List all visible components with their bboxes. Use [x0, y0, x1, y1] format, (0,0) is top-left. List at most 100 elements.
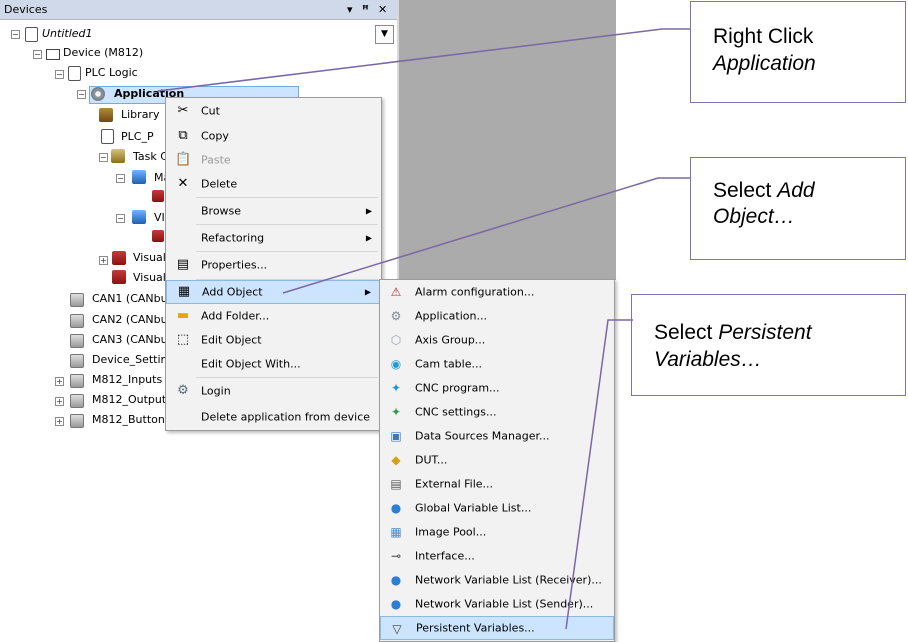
- submenu-item-label: CNC settings...: [415, 405, 497, 419]
- expand-buttons-icon[interactable]: +: [55, 417, 64, 426]
- tree-item-plc-prg[interactable]: PLC_P: [121, 129, 154, 145]
- tree-item-device[interactable]: Device (M812): [63, 45, 143, 61]
- collapse-main-task-icon[interactable]: −: [116, 174, 125, 183]
- menu-item-add-folder[interactable]: ▬ Add Folder...: [166, 304, 381, 328]
- submenu-item[interactable]: ◆ DUT...: [380, 448, 614, 472]
- tree-item-can1[interactable]: CAN1 (CANbus: [92, 291, 173, 307]
- device-dropdown-button[interactable]: ▼: [375, 25, 394, 44]
- tree-item-device-settings[interactable]: Device_Setting: [92, 352, 175, 368]
- menu-item-delete[interactable]: ✕ Delete: [166, 171, 381, 196]
- tree-item-can2[interactable]: CAN2 (CANbus: [92, 312, 173, 328]
- plc-logic-icon: [68, 66, 81, 81]
- close-icon[interactable]: ✕: [378, 0, 387, 19]
- menu-label-refactoring: Refactoring: [201, 231, 265, 244]
- submenu-arrow-icon: ▶: [365, 206, 372, 215]
- expand-inputs-icon[interactable]: +: [55, 377, 64, 386]
- delete-icon: ✕: [177, 175, 189, 191]
- tree-item-can3[interactable]: CAN3 (CANbus: [92, 332, 173, 348]
- submenu-item-label: Network Variable List (Sender)...: [415, 597, 594, 611]
- properties-icon: ▤: [176, 257, 190, 272]
- project-icon: [25, 27, 38, 42]
- tree-item-outputs[interactable]: M812_Outputs: [92, 392, 172, 408]
- callout-2-line-1a: Select: [713, 179, 778, 202]
- callout-3-line-2: Variables…: [654, 348, 762, 371]
- submenu-item[interactable]: ⊸ Interface...: [380, 544, 614, 568]
- add-object-submenu: ⚠ Alarm configuration... ⚙ Application... ⬡ A…: [379, 279, 615, 642]
- library-manager-icon: [99, 108, 113, 122]
- menu-item-edit-object-with[interactable]: Edit Object With...: [166, 352, 381, 376]
- tree-item-untitled[interactable]: Untitled1: [42, 26, 93, 42]
- submenu-arrow-icon: ▶: [364, 287, 371, 297]
- submenu-item[interactable]: ⚠ Alarm configuration...: [380, 280, 614, 304]
- submenu-item[interactable]: ● Network Variable List (Sender)...: [380, 592, 614, 616]
- collapse-visu-task-icon[interactable]: −: [116, 214, 125, 223]
- visu-call-icon: [152, 230, 164, 242]
- devices-title: Devices: [4, 3, 48, 16]
- device-settings-icon: [70, 354, 84, 368]
- submenu-item-label: Global Variable List...: [415, 501, 532, 515]
- menu-label-add-folder: Add Folder...: [201, 309, 270, 323]
- menu-item-delete-application[interactable]: Delete application from device: [166, 404, 381, 430]
- tree-item-visu-task[interactable]: VI: [154, 210, 165, 226]
- collapse-application-icon[interactable]: −: [77, 90, 86, 99]
- menu-label-properties: Properties...: [201, 258, 268, 272]
- submenu-item[interactable]: ▦ Image Pool...: [380, 520, 614, 544]
- cnc-program-icon: ✦: [390, 381, 402, 395]
- can-icon: [70, 314, 84, 328]
- callout-add-object: Select Add Object…: [690, 157, 906, 260]
- submenu-item[interactable]: ● Network Variable List (Receiver)...: [380, 568, 614, 592]
- tree-item-buttons[interactable]: M812_Buttons: [92, 412, 171, 428]
- callout-1-line-1: Right Click: [713, 25, 814, 48]
- panel-dropdown-icon[interactable]: ▾: [347, 0, 353, 19]
- submenu-item[interactable]: ◉ Cam table...: [380, 352, 614, 376]
- submenu-item-label: Cam table...: [415, 357, 482, 371]
- submenu-item[interactable]: ⬡ Axis Group...: [380, 328, 614, 352]
- collapse-device-icon[interactable]: −: [33, 50, 42, 59]
- menu-item-paste[interactable]: 📋 Paste: [166, 148, 381, 171]
- tree-item-inputs[interactable]: M812_Inputs (: [92, 372, 170, 388]
- expand-outputs-icon[interactable]: +: [55, 397, 64, 406]
- submenu-item-label: Data Sources Manager...: [415, 429, 550, 443]
- submenu-item[interactable]: ⚙ Application...: [380, 304, 614, 328]
- callout-right-click: Right Click Application: [690, 1, 906, 103]
- tree-item-library[interactable]: Library: [121, 107, 159, 123]
- pin-icon[interactable]: ꟸ: [362, 0, 369, 19]
- collapse-task-config-icon[interactable]: −: [99, 153, 108, 162]
- collapse-plc-logic-icon[interactable]: −: [55, 70, 64, 79]
- can-icon: [70, 293, 84, 307]
- data-sources-icon: ▣: [390, 429, 402, 443]
- submenu-item[interactable]: ▤ External File...: [380, 472, 614, 496]
- expand-visualization-icon[interactable]: +: [99, 256, 108, 265]
- submenu-item[interactable]: ▽ Persistent Variables...: [380, 616, 614, 640]
- menu-item-login[interactable]: ⚙ Login: [166, 378, 381, 404]
- scissors-icon: ✂: [177, 102, 189, 118]
- tree-item-plc-logic[interactable]: PLC Logic: [85, 65, 138, 81]
- collapse-untitled-icon[interactable]: −: [11, 30, 20, 39]
- submenu-item[interactable]: ▣ Data Sources Manager...: [380, 424, 614, 448]
- callout-2-line-2: Object…: [713, 205, 795, 228]
- submenu-item-label: Axis Group...: [415, 333, 486, 347]
- cnc-settings-icon: ✦: [390, 405, 402, 419]
- menu-item-properties[interactable]: ▤ Properties...: [166, 252, 381, 278]
- menu-item-add-object[interactable]: ▦ Add Object ▶: [166, 280, 381, 304]
- submenu-item-label: External File...: [415, 477, 494, 491]
- callout-3-line-1a: Select: [654, 321, 719, 344]
- menu-label-delete: Delete: [201, 177, 238, 190]
- nvl-receiver-icon: ●: [390, 573, 402, 587]
- editor-area: [399, 0, 616, 280]
- chevron-down-icon: ▼: [381, 29, 388, 39]
- submenu-item[interactable]: ✦ CNC program...: [380, 376, 614, 400]
- nvl-sender-icon: ●: [390, 597, 402, 611]
- tree-item-task-config[interactable]: Task C: [133, 149, 168, 165]
- submenu-item-label: Network Variable List (Receiver)...: [415, 573, 602, 587]
- menu-item-edit-object[interactable]: ⬚ Edit Object: [166, 328, 381, 352]
- submenu-item[interactable]: ✦ CNC settings...: [380, 400, 614, 424]
- login-icon: ⚙: [177, 383, 189, 398]
- menu-item-cut[interactable]: ✂ Cut: [166, 98, 381, 123]
- menu-item-browse[interactable]: Browse ▶: [166, 198, 381, 223]
- add-object-icon: ▦: [177, 284, 191, 299]
- submenu-item-label: Application...: [415, 309, 487, 323]
- menu-item-copy[interactable]: ⧉ Copy: [166, 123, 381, 148]
- submenu-item[interactable]: ● Global Variable List...: [380, 496, 614, 520]
- menu-item-refactoring[interactable]: Refactoring ▶: [166, 225, 381, 250]
